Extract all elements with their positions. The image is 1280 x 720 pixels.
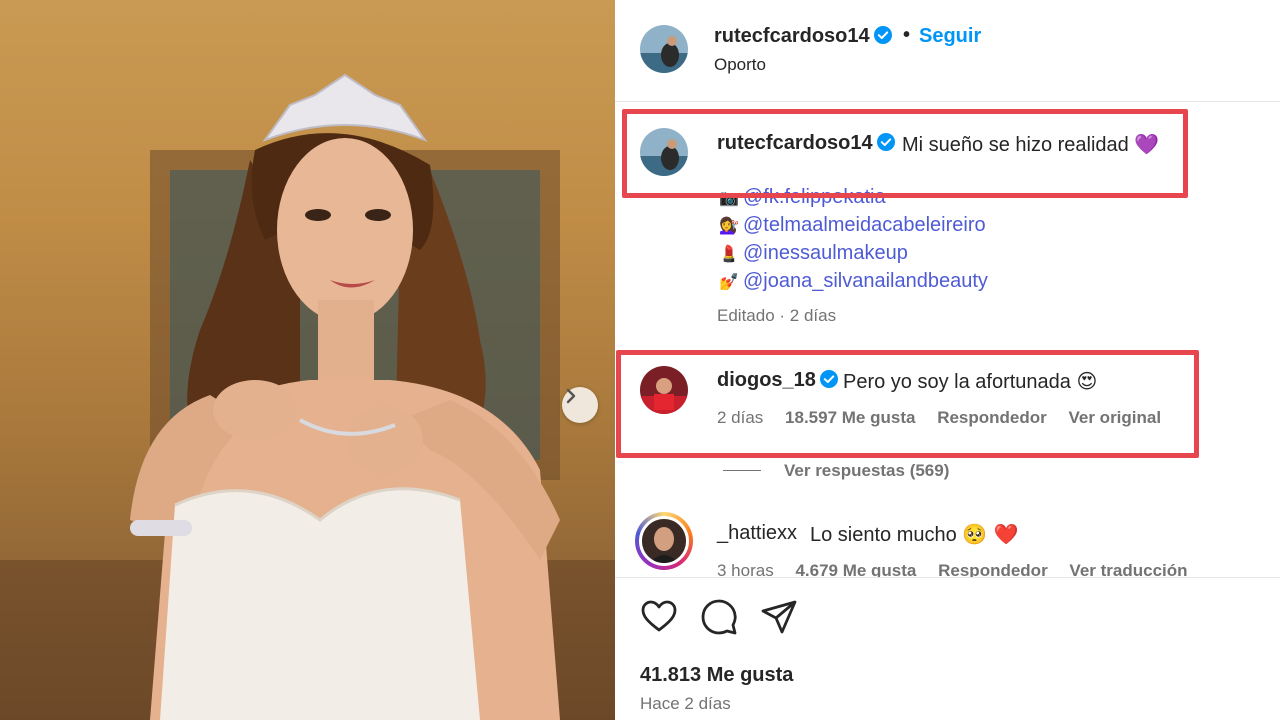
caption-avatar[interactable] [640,128,688,176]
header-divider [615,101,1280,102]
comment-text-body: Lo siento mucho [810,524,957,546]
camera-emoji: 📷 [719,188,739,207]
caption-username-text[interactable]: rutecfcardoso14 [717,132,873,154]
pleading-heart-emoji: 🥺 ❤️ [962,522,1019,546]
comment-text: Pero yo soy la afortunada 😍 [843,369,1097,394]
comment-meta: 2 días 18.597 Me gusta Respondedor Ver o… [717,408,1178,428]
commenter-username[interactable]: _hattiexx [717,522,797,545]
avatar-image [640,128,688,176]
avatar-image [640,366,688,414]
tag-link[interactable]: @joana_silvanailandbeauty [743,270,988,293]
comment-time[interactable]: 3 horas [717,561,774,577]
reply-button[interactable]: Respondedor [937,408,1047,427]
commenter-username-text[interactable]: diogos_18 [717,369,816,391]
edited-label: Editado [717,306,775,325]
comment-highlight-box [616,350,1199,458]
verified-icon [873,26,892,44]
post-photo [0,0,615,720]
caption-text-body: Mi sueño se hizo realidad [902,134,1129,156]
comment-text-body: Pero yo soy la afortunada [843,371,1071,393]
post-time: Hace 2 días [640,694,731,713]
author-username-text[interactable]: rutecfcardoso14 [714,25,870,47]
reply-button[interactable]: Respondedor [938,561,1048,577]
comment-likes[interactable]: 18.597 Me gusta [785,408,915,427]
share-icon[interactable] [760,598,798,636]
comment-meta: 3 horas 4.679 Me gusta Respondedor Ver t… [717,561,1205,577]
tag-link[interactable]: @telmaalmeidacabeleireiro [743,214,986,237]
view-replies-button[interactable]: Ver respuestas (569) [784,461,949,481]
follow-button[interactable]: Seguir [919,25,981,48]
bride-photo-illustration [0,73,615,720]
comment-icon[interactable] [700,598,738,636]
chevron-right-icon [566,388,576,404]
commenter-username[interactable]: diogos_18 [717,369,839,392]
comment-text: Lo siento mucho 🥺 ❤️ [810,522,1019,547]
caption-tag-line: 💅 @joana_silvanailandbeauty [719,270,988,293]
lipstick-emoji: 💄 [719,244,739,263]
post-likes[interactable]: 41.813 Me gusta [640,664,793,687]
tag-link[interactable]: @fk.felippekatia [743,186,886,209]
verified-icon [819,370,838,388]
verified-icon [876,133,895,151]
caption-username[interactable]: rutecfcardoso14 [717,132,896,155]
caption-text: Mi sueño se hizo realidad 💜 [902,132,1159,157]
comment-meta-clip: 3 horas 4.679 Me gusta Respondedor Ver t… [615,555,1280,577]
author-username[interactable]: rutecfcardoso14 [714,25,893,48]
actions-divider [615,577,1280,578]
tag-link[interactable]: @inessaulmakeup [743,242,908,265]
see-original-button[interactable]: Ver original [1068,408,1161,427]
haircut-emoji: 💇‍♀️ [719,216,739,235]
heart-eyes-emoji: 😍 [1076,369,1098,393]
nail-polish-emoji: 💅 [719,272,739,291]
caption-tag-line: 💇‍♀️ @telmaalmeidacabeleireiro [719,214,986,237]
separator-dot: • [903,24,911,46]
action-bar [640,598,798,636]
avatar-image [640,25,688,73]
caption-tag-line: 💄 @inessaulmakeup [719,242,908,265]
next-photo-button[interactable] [562,387,598,423]
see-translation-button[interactable]: Ver traducción [1069,561,1187,577]
heart-icon[interactable] [640,598,678,636]
purple-heart-emoji: 💜 [1134,132,1160,156]
caption-meta: Editado · 2 días [717,306,836,326]
post-location[interactable]: Oporto [714,55,766,75]
caption-tag-line: 📷 @fk.felippekatia [719,186,886,209]
author-avatar[interactable] [640,25,688,73]
post-sidebar: rutecfcardoso14 • Seguir Oporto rutecfca… [615,0,1280,720]
caption-time[interactable]: · 2 días [779,306,836,325]
commenter-avatar[interactable] [640,366,688,414]
comment-likes[interactable]: 4.679 Me gusta [795,561,916,577]
replies-line [723,470,761,471]
comment-time[interactable]: 2 días [717,408,763,427]
